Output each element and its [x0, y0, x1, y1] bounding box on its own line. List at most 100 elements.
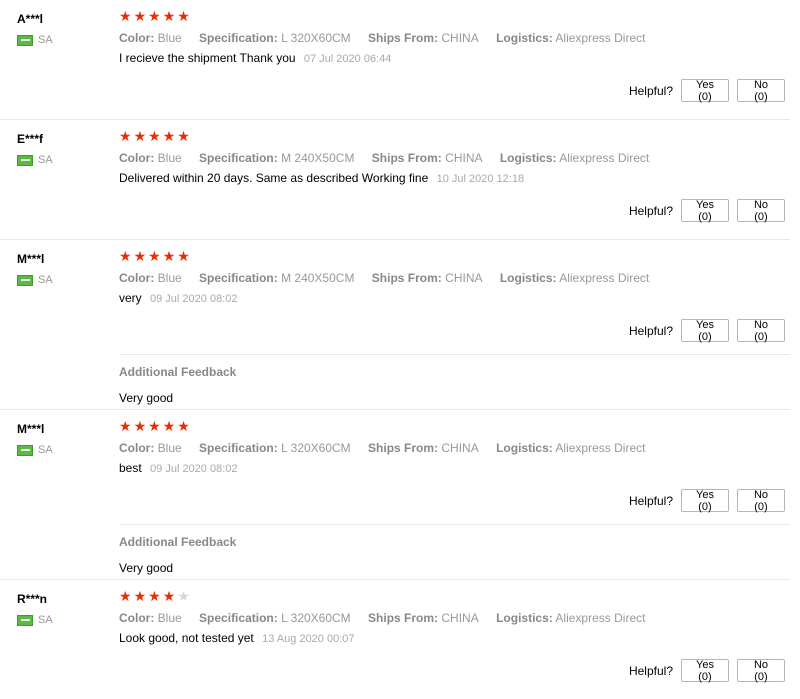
star-filled-icon: ★	[177, 418, 190, 434]
review-content: Look good, not tested yet 13 Aug 2020 00…	[119, 631, 354, 645]
flag-icon	[17, 274, 33, 286]
star-rating: ★ ★ ★ ★ ★	[119, 9, 190, 23]
reviewer-country: SA	[17, 444, 53, 456]
additional-feedback-block: Additional Feedback Very good	[119, 535, 236, 575]
star-rating: ★ ★ ★ ★ ★	[119, 589, 190, 603]
helpful-yes-button[interactable]: Yes (0)	[681, 319, 729, 343]
review-divider	[0, 579, 790, 580]
country-code: SA	[38, 34, 53, 46]
spec-logistics: Logistics: Aliexpress Direct	[499, 271, 650, 285]
star-filled-icon: ★	[177, 128, 190, 144]
review-content: I recieve the shipment Thank you 07 Jul …	[119, 51, 391, 65]
reviewer-name: R***n	[17, 592, 48, 606]
star-filled-icon: ★	[148, 248, 161, 264]
review-text: Look good, not tested yet	[119, 631, 254, 645]
star-filled-icon: ★	[133, 128, 147, 144]
spec-specification: Specification: L 320X60CM	[199, 611, 351, 625]
helpful-no-button[interactable]: No (0)	[737, 199, 785, 223]
reviewer-name: E***f	[17, 132, 44, 146]
additional-divider	[119, 354, 790, 355]
helpful-label: Helpful?	[628, 83, 673, 98]
star-filled-icon: ★	[119, 248, 132, 264]
review-text: Delivered within 20 days. Same as descri…	[119, 171, 429, 185]
spec-logistics: Logistics: Aliexpress Direct	[496, 441, 646, 455]
country-code: SA	[38, 614, 53, 626]
spec-logistics: Logistics: Aliexpress Direct	[496, 611, 646, 625]
star-filled-icon: ★	[177, 8, 190, 24]
helpful-no-button[interactable]: No (0)	[737, 319, 785, 343]
spec-ships-from: Ships From: CHINA	[371, 271, 483, 285]
star-filled-icon: ★	[148, 418, 161, 434]
helpful-label: Helpful?	[628, 203, 673, 218]
product-specs: Color: Blue Specification: L 320X60CM Sh…	[119, 31, 659, 45]
helpful-yes-button[interactable]: Yes (0)	[681, 489, 729, 513]
spec-specification: Specification: L 320X60CM	[199, 441, 351, 455]
review-date: 09 Jul 2020 08:02	[150, 463, 238, 475]
additional-feedback-text: Very good	[119, 391, 174, 405]
star-empty-icon: ★	[177, 588, 190, 604]
spec-color: Color: Blue	[119, 271, 182, 285]
spec-ships-from: Ships From: CHINA	[368, 441, 479, 455]
star-filled-icon: ★	[162, 248, 176, 264]
flag-icon	[17, 444, 33, 456]
spec-ships-from: Ships From: CHINA	[368, 31, 479, 45]
review-date: 07 Jul 2020 06:44	[303, 53, 392, 65]
helpful-yes-button[interactable]: Yes (0)	[681, 79, 729, 103]
star-filled-icon: ★	[162, 8, 176, 24]
helpful-yes-button[interactable]: Yes (0)	[681, 659, 729, 683]
star-filled-icon: ★	[133, 418, 147, 434]
product-specs: Color: Blue Specification: M 240X50CM Sh…	[119, 151, 663, 165]
reviewer-country: SA	[17, 34, 53, 46]
star-filled-icon: ★	[148, 588, 161, 604]
reviewer-name: M***l	[17, 252, 45, 266]
review-divider	[0, 119, 790, 120]
star-filled-icon: ★	[119, 8, 132, 24]
star-filled-icon: ★	[148, 8, 161, 24]
flag-icon	[17, 34, 33, 46]
spec-specification: Specification: L 320X60CM	[199, 31, 351, 45]
review-date: 10 Jul 2020 12:18	[436, 173, 525, 185]
reviewer-country: SA	[17, 154, 53, 166]
star-filled-icon: ★	[133, 8, 147, 24]
star-filled-icon: ★	[162, 418, 176, 434]
reviewer-name: A***l	[17, 12, 44, 26]
review-content: best 09 Jul 2020 08:02	[119, 461, 238, 475]
additional-feedback-title: Additional Feedback	[119, 535, 237, 549]
review-text: I recieve the shipment Thank you	[119, 51, 296, 65]
country-code: SA	[38, 274, 53, 286]
star-filled-icon: ★	[119, 128, 132, 144]
star-filled-icon: ★	[162, 128, 176, 144]
star-filled-icon: ★	[133, 248, 147, 264]
spec-color: Color: Blue	[119, 151, 182, 165]
review-date: 13 Aug 2020 00:07	[262, 633, 355, 645]
star-filled-icon: ★	[162, 588, 176, 604]
spec-color: Color: Blue	[119, 611, 182, 625]
spec-specification: Specification: M 240X50CM	[199, 271, 355, 285]
helpful-yes-button[interactable]: Yes (0)	[681, 199, 729, 223]
star-filled-icon: ★	[148, 128, 161, 144]
star-rating: ★ ★ ★ ★ ★	[119, 419, 190, 433]
additional-feedback-text: Very good	[119, 561, 174, 575]
product-specs: Color: Blue Specification: M 240X50CM Sh…	[119, 271, 663, 285]
review-text: very	[119, 291, 142, 305]
star-filled-icon: ★	[119, 588, 132, 604]
helpful-no-button[interactable]: No (0)	[737, 659, 785, 683]
spec-logistics: Logistics: Aliexpress Direct	[499, 151, 650, 165]
spec-ships-from: Ships From: CHINA	[368, 611, 479, 625]
helpful-no-button[interactable]: No (0)	[737, 79, 785, 103]
star-filled-icon: ★	[119, 418, 132, 434]
spec-specification: Specification: M 240X50CM	[199, 151, 355, 165]
helpful-no-button[interactable]: No (0)	[737, 489, 785, 513]
spec-logistics: Logistics: Aliexpress Direct	[496, 31, 646, 45]
star-rating: ★ ★ ★ ★ ★	[119, 249, 190, 263]
star-filled-icon: ★	[133, 588, 147, 604]
review-divider	[0, 239, 790, 240]
helpful-vote: Helpful? Yes (0) No (0)	[629, 489, 785, 513]
product-specs: Color: Blue Specification: L 320X60CM Sh…	[119, 611, 659, 625]
helpful-label: Helpful?	[628, 663, 673, 678]
helpful-label: Helpful?	[628, 323, 673, 338]
star-rating: ★ ★ ★ ★ ★	[119, 129, 190, 143]
additional-feedback-block: Additional Feedback Very good	[119, 365, 236, 405]
helpful-vote: Helpful? Yes (0) No (0)	[628, 319, 785, 343]
reviewer-country: SA	[17, 614, 53, 626]
